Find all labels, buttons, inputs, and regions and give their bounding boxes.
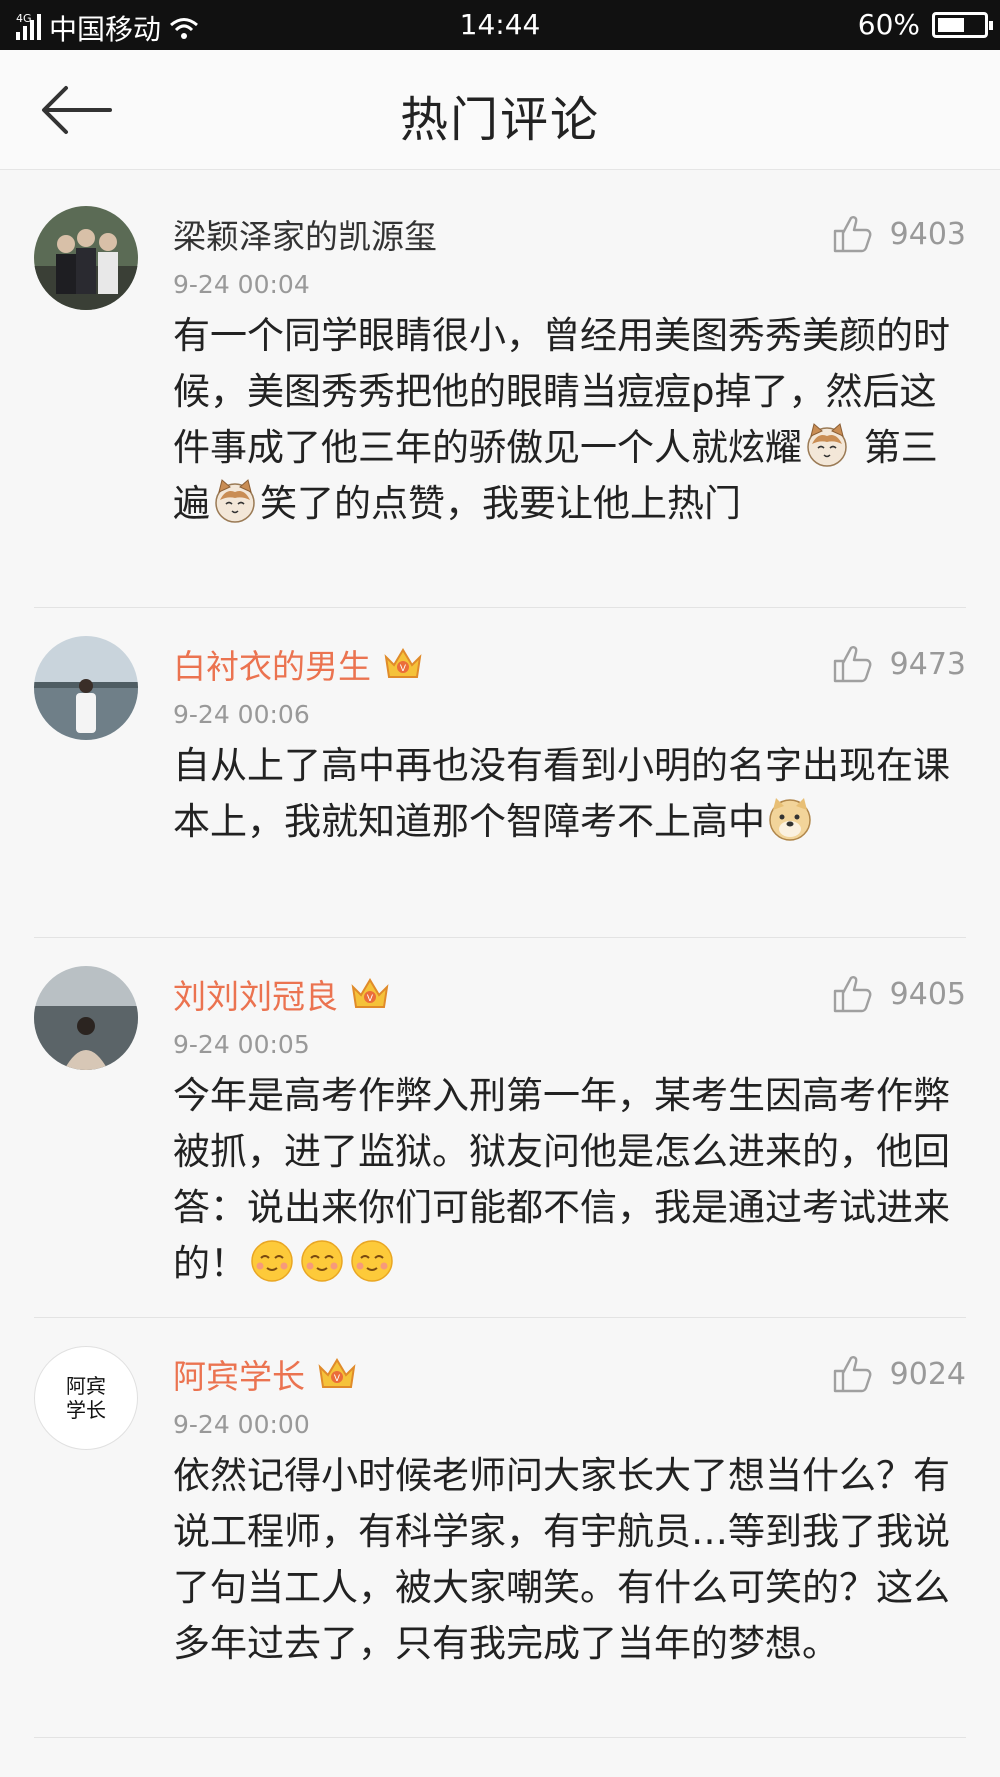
status-bar: 4G 中国移动 14:44 60% xyxy=(0,0,1000,50)
doge-emoji-icon xyxy=(767,796,813,842)
author-label: 刘刘刘冠良 xyxy=(173,977,338,1016)
like-button[interactable]: 9024 xyxy=(832,1354,966,1394)
avatar[interactable] xyxy=(34,966,138,1070)
avatar-calligraphy: 阿宾学长 xyxy=(66,1374,106,1422)
author-name[interactable]: 刘刘刘冠良 xyxy=(173,970,390,1018)
comment-text: 自从上了高中再也没有看到小明的名字出现在课本上，我就知道那个智障考不上高中 xyxy=(173,738,973,850)
like-button[interactable]: 9405 xyxy=(832,974,966,1014)
cat-emoji-icon xyxy=(804,422,850,468)
thumbs-up-icon xyxy=(832,974,874,1014)
comment-item: 梁颖泽家的凯源玺 9403 9-24 00:04 有一个同学眼睛很小，曾经用美图… xyxy=(0,178,1000,608)
smile-emoji-icon xyxy=(349,1238,395,1284)
smile-emoji-icon xyxy=(249,1238,295,1284)
comment-time: 9-24 00:04 xyxy=(173,270,310,299)
comment-time: 9-24 00:06 xyxy=(173,700,310,729)
like-count: 9405 xyxy=(889,976,966,1012)
thumbs-up-icon xyxy=(832,644,874,684)
battery-fill xyxy=(938,17,965,32)
avatar[interactable] xyxy=(34,206,138,310)
avatar[interactable] xyxy=(34,636,138,740)
comment-text: 依然记得小时候老师问大家长大了想当什么？有说工程师，有科学家，有宇航员…等到我了… xyxy=(173,1454,950,1665)
comment-text-part: 自从上了高中再也没有看到小明的名字出现在课本上，我就知道那个智障考不上高中 xyxy=(173,744,950,843)
like-button[interactable]: 9473 xyxy=(832,644,966,684)
thumbs-up-icon xyxy=(832,214,874,254)
vip-crown-icon xyxy=(317,1357,357,1391)
comment-item: 白衬衣的男生 9473 9-24 00:06 自从上了高中再也没有看到小明的名字… xyxy=(0,608,1000,938)
cat-emoji-icon xyxy=(212,478,258,524)
author-name[interactable]: 白衬衣的男生 xyxy=(173,640,423,688)
comment-time: 9-24 00:05 xyxy=(173,1030,310,1059)
divider xyxy=(34,1737,966,1738)
author-name[interactable]: 梁颖泽家的凯源玺 xyxy=(173,210,437,258)
comment-item: 阿宾学长 阿宾学长 9024 9-24 00:00 依然记得小时候老师问大家长大… xyxy=(0,1318,1000,1738)
comment-text: 今年是高考作弊入刑第一年，某考生因高考作弊被抓，进了监狱。狱友问他是怎么进来的，… xyxy=(173,1068,973,1292)
vip-crown-icon xyxy=(350,977,390,1011)
author-label: 梁颖泽家的凯源玺 xyxy=(173,217,437,256)
vip-crown-icon xyxy=(383,647,423,681)
like-count: 9024 xyxy=(889,1356,966,1392)
nav-bar: 热门评论 xyxy=(0,50,1000,170)
clock: 14:44 xyxy=(459,8,541,41)
comment-text-part: 笑了的点赞，我要让他上热门 xyxy=(260,482,741,525)
author-name[interactable]: 阿宾学长 xyxy=(173,1350,357,1398)
comment-list: 梁颖泽家的凯源玺 9403 9-24 00:04 有一个同学眼睛很小，曾经用美图… xyxy=(0,178,1000,1738)
page-title: 热门评论 xyxy=(399,92,600,148)
comment-time: 9-24 00:00 xyxy=(173,1410,310,1439)
author-label: 白衬衣的男生 xyxy=(173,647,371,686)
status-right: 60% xyxy=(857,8,993,41)
comment-text: 有一个同学眼睛很小，曾经用美图秀秀美颜的时候，美图秀秀把他的眼睛当痘痘p掉了，然… xyxy=(173,308,973,532)
like-count: 9403 xyxy=(889,216,966,252)
smile-emoji-icon xyxy=(299,1238,345,1284)
avatar[interactable]: 阿宾学长 xyxy=(34,1346,138,1450)
like-button[interactable]: 9403 xyxy=(832,214,966,254)
battery-icon xyxy=(932,11,993,38)
thumbs-up-icon xyxy=(832,1354,874,1394)
battery-percent: 60% xyxy=(857,8,920,41)
comment-item: 刘刘刘冠良 9405 9-24 00:05 今年是高考作弊入刑第一年，某考生因高… xyxy=(0,938,1000,1318)
like-count: 9473 xyxy=(889,646,966,682)
author-label: 阿宾学长 xyxy=(173,1357,305,1396)
